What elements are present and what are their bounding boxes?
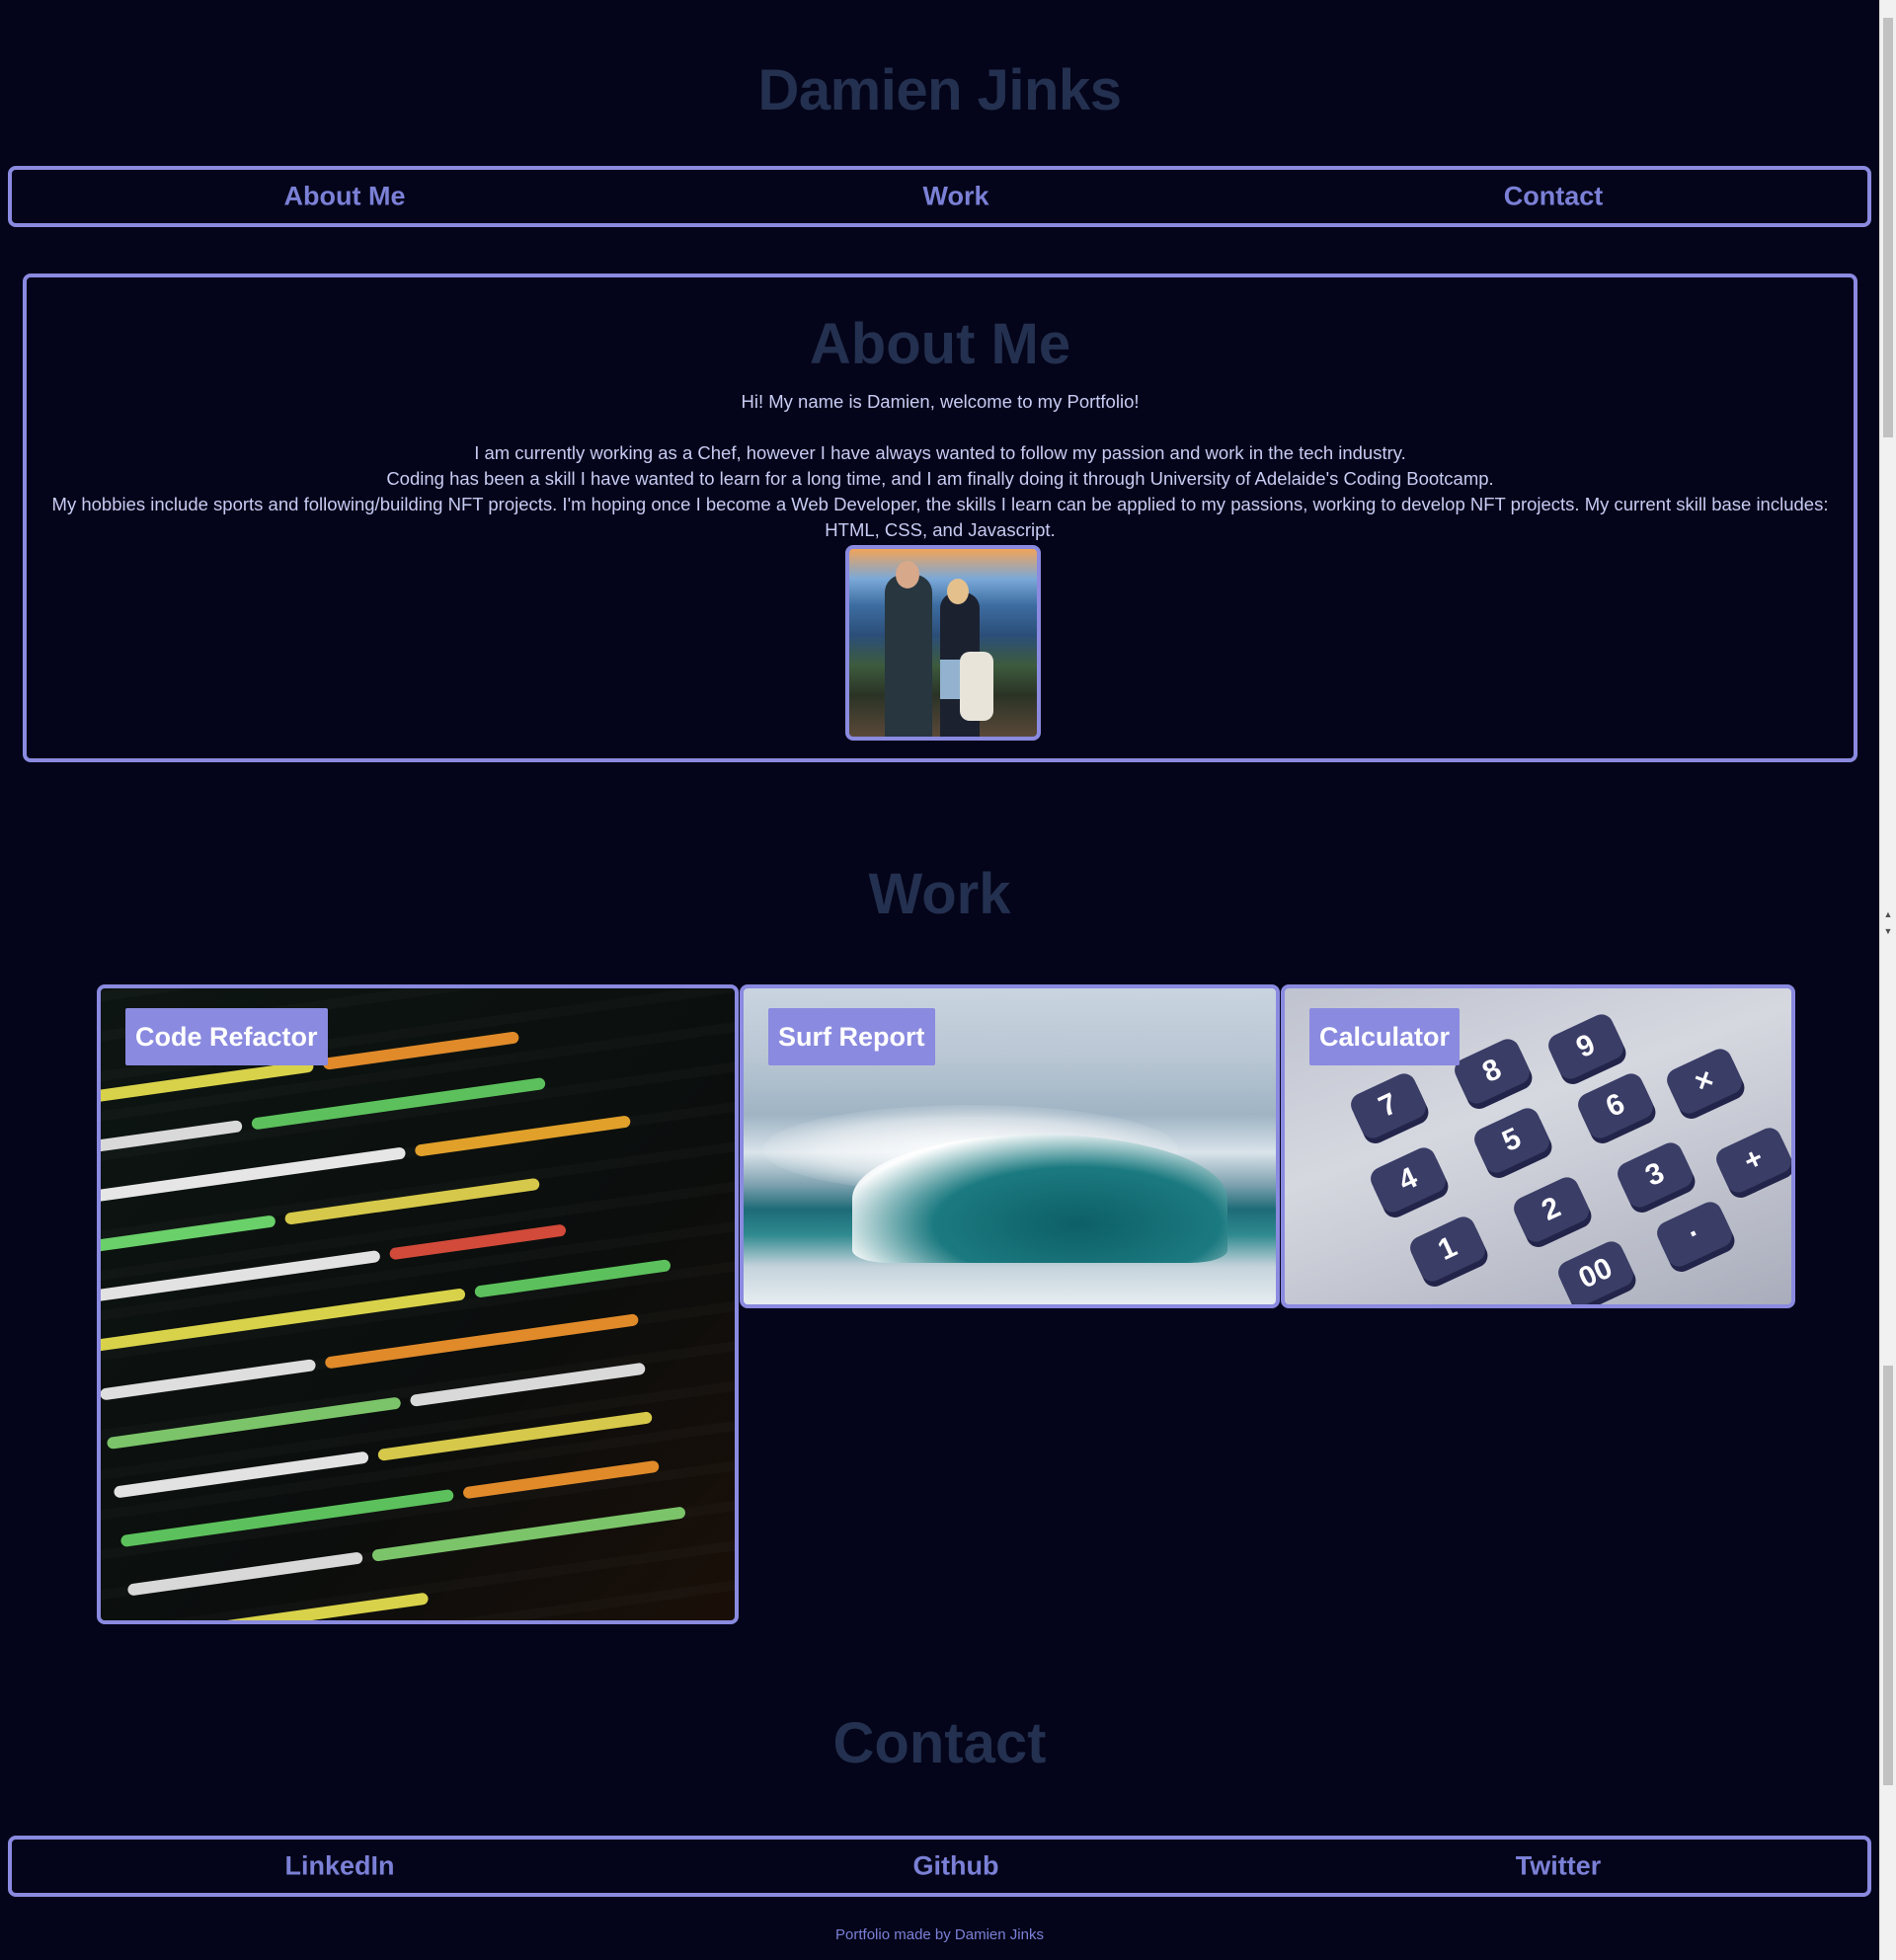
- vertical-scrollbar[interactable]: ▲ ▼: [1879, 0, 1896, 1960]
- about-intro: Hi! My name is Damien, welcome to my Por…: [741, 391, 1140, 412]
- page: Damien Jinks About Me Work Contact About…: [0, 0, 1879, 1960]
- contact-links: LinkedIn Github Twitter: [8, 1836, 1871, 1897]
- about-text: Hi! My name is Damien, welcome to my Por…: [51, 389, 1829, 543]
- work-title: Work: [868, 862, 1011, 926]
- project-card-surf-report[interactable]: Surf Report: [740, 984, 1280, 1308]
- linkedin-link[interactable]: LinkedIn: [284, 1851, 394, 1882]
- main-nav: About Me Work Contact: [8, 166, 1871, 227]
- scrollbar-thumb-lower[interactable]: [1883, 1366, 1893, 1785]
- project-card-calculator[interactable]: 7 8 9 4 5 6 1 2 3 00 · × + Calculator: [1281, 984, 1795, 1308]
- about-line-3: My hobbies include sports and following/…: [51, 494, 1829, 540]
- code-image: [101, 988, 735, 1620]
- about-title: About Me: [809, 312, 1071, 376]
- about-line-1: I am currently working as a Chef, howeve…: [474, 442, 1406, 463]
- about-section: About Me Hi! My name is Damien, welcome …: [23, 274, 1857, 762]
- project-card-code-refactor[interactable]: Code Refactor: [97, 984, 739, 1624]
- profile-photo: [845, 545, 1041, 741]
- project-label-code-refactor: Code Refactor: [125, 1008, 328, 1065]
- github-link[interactable]: Github: [913, 1851, 999, 1882]
- contact-title: Contact: [832, 1711, 1047, 1775]
- scroll-up-arrow-icon[interactable]: ▲: [1880, 906, 1896, 923]
- twitter-link[interactable]: Twitter: [1516, 1851, 1602, 1882]
- nav-work-link[interactable]: Work: [922, 182, 988, 212]
- site-title: Damien Jinks: [757, 58, 1122, 122]
- footer-text: Portfolio made by Damien Jinks: [835, 1926, 1044, 1943]
- nav-contact-link[interactable]: Contact: [1504, 182, 1604, 212]
- about-line-2: Coding has been a skill I have wanted to…: [386, 468, 1494, 489]
- nav-about-link[interactable]: About Me: [284, 182, 406, 212]
- project-label-surf-report: Surf Report: [768, 1008, 935, 1065]
- scrollbar-thumb-upper[interactable]: [1883, 18, 1893, 437]
- project-label-calculator: Calculator: [1309, 1008, 1461, 1065]
- scroll-down-arrow-icon[interactable]: ▼: [1880, 923, 1896, 940]
- wave-image: [852, 1135, 1227, 1263]
